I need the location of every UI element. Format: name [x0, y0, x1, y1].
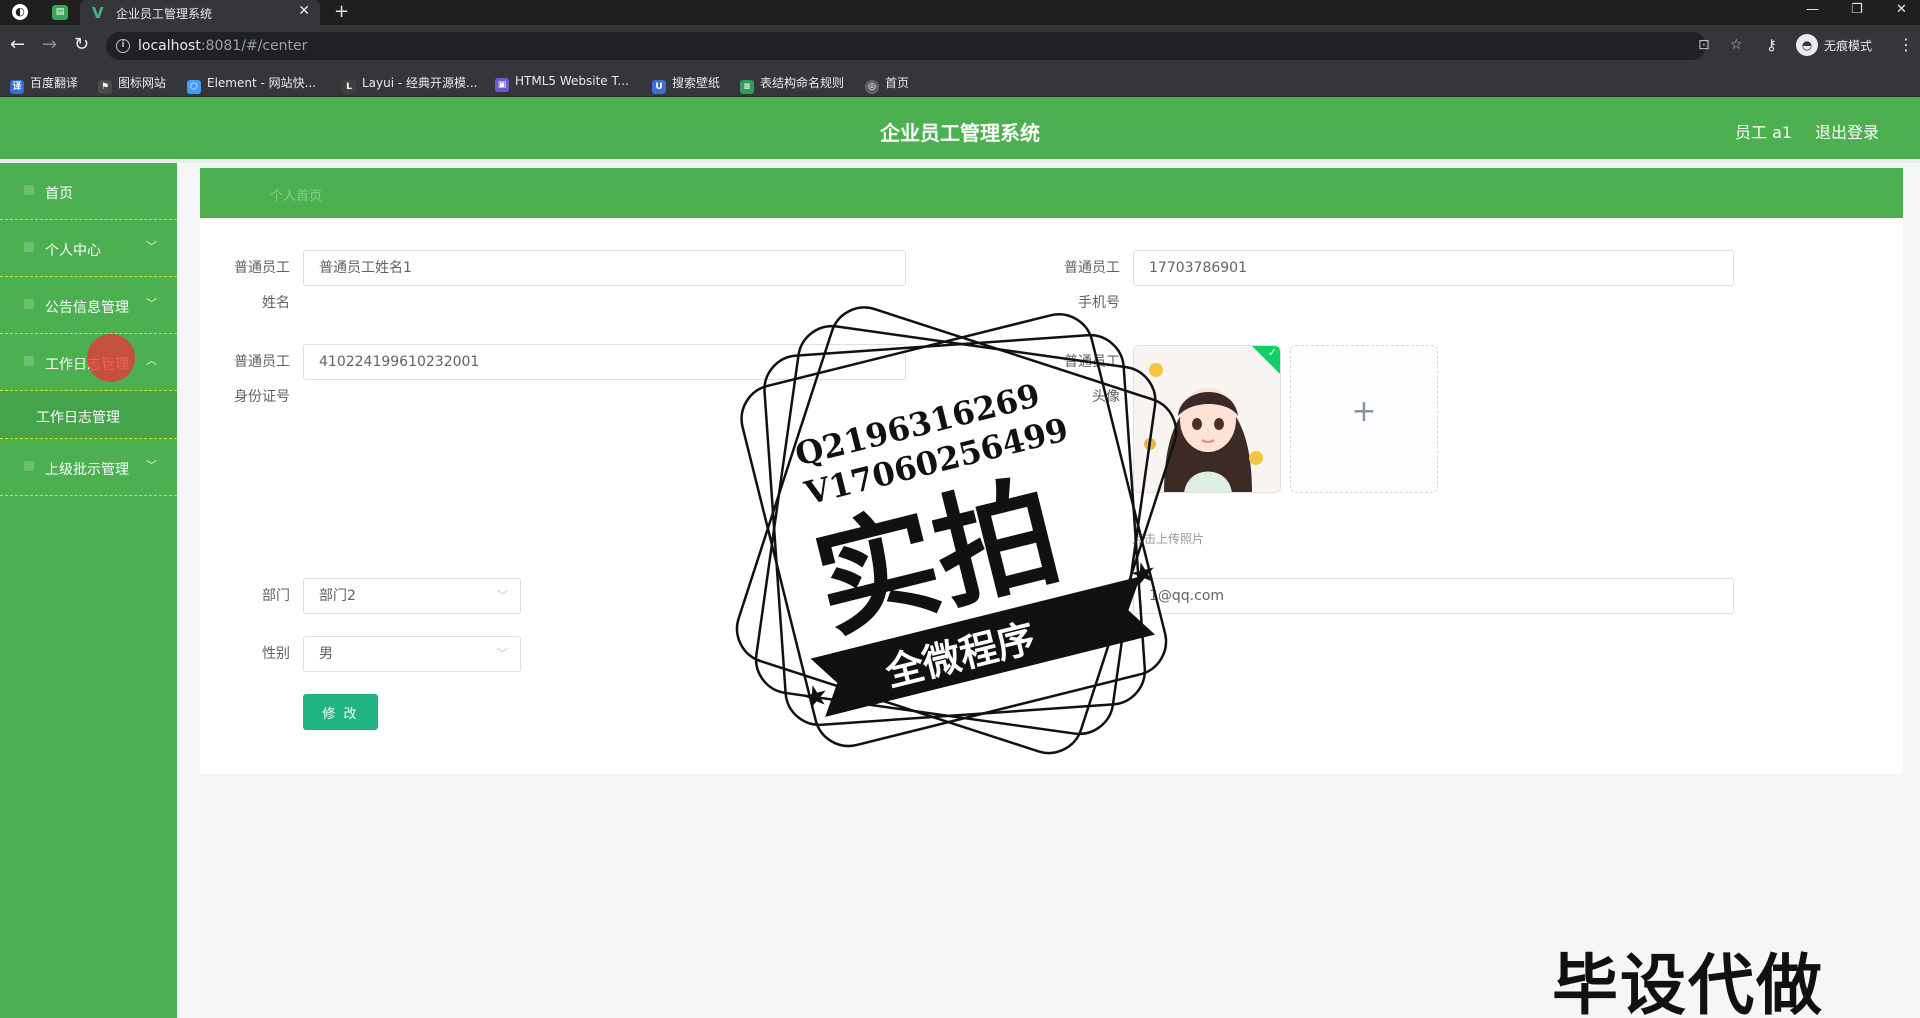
sidebar-item-profile[interactable]: 个人中心 ﹀: [0, 220, 177, 277]
upload-button[interactable]: +: [1290, 345, 1438, 493]
address-bar: ← → ↻ i localhost:8081/#/center ⊡ ☆ ⚷ ◓ …: [0, 25, 1920, 67]
name-label-1: 普通员工: [234, 260, 290, 276]
wallpaper-icon: U: [652, 80, 666, 94]
notice-icon: [24, 299, 34, 309]
user-icon: [24, 242, 34, 252]
log-icon: [24, 356, 34, 366]
bookmark-icon: 译: [10, 80, 24, 94]
home-icon: [24, 185, 34, 195]
name-label-2: 姓名: [262, 295, 290, 311]
bookmark-item[interactable]: ▣ HTML5 Website T...: [495, 74, 629, 92]
idcard-label-1: 普通员工: [234, 354, 290, 370]
back-icon[interactable]: ←: [10, 36, 25, 54]
bookmark-item[interactable]: ≡ 表结构命名规则: [740, 74, 844, 94]
reload-icon[interactable]: ↻: [74, 36, 89, 54]
sidebar-item-home[interactable]: 首页: [0, 163, 177, 220]
bookmark-item[interactable]: L Layui - 经典开源模...: [342, 74, 477, 94]
tab-close-icon[interactable]: ✕: [298, 3, 310, 19]
phone-label-1: 普通员工: [1064, 260, 1120, 276]
name-input[interactable]: 普通员工姓名1: [303, 250, 906, 286]
url-input[interactable]: i localhost:8081/#/center ⊡ ☆: [106, 32, 1743, 60]
table-icon: ≡: [740, 80, 754, 94]
idcard-label-2: 身份证号: [234, 389, 290, 405]
plus-icon: +: [1351, 394, 1377, 429]
bookmarks-bar: 译百度翻译 ⚑ 图标网站 ⬡ Element - 网站快... L Layui - 经…: [0, 67, 1920, 97]
bookmark-item[interactable]: ⬡ Element - 网站快...: [187, 74, 316, 94]
department-label: 部门: [262, 588, 290, 604]
phone-input[interactable]: 17703786901: [1133, 250, 1734, 286]
forward-icon[interactable]: →: [42, 36, 57, 54]
department-select[interactable]: 部门2 ﹀: [303, 578, 521, 614]
sidebar-item-label: 上级批示管理: [45, 462, 129, 478]
email-input[interactable]: 1@qq.com: [1133, 578, 1734, 614]
watermark-corner-text: 毕设代做: [1552, 947, 1824, 1018]
bookmark-item[interactable]: ⚑ 图标网站: [98, 74, 166, 94]
incognito-label: 无痕模式: [1824, 39, 1873, 53]
bookmark-item[interactable]: 译百度翻译: [10, 74, 78, 94]
check-icon: ✓: [1267, 346, 1277, 359]
app-title: 企业员工管理系统: [880, 121, 1040, 145]
tab-active[interactable]: V 企业员工管理系统 ✕: [80, 0, 320, 25]
html5-icon: ▣: [495, 78, 509, 92]
tab-title: 企业员工管理系统: [116, 7, 213, 21]
new-tab-icon[interactable]: +: [334, 1, 349, 22]
flag-icon: ⚑: [98, 80, 112, 94]
sidebar-item-label: 首页: [45, 186, 73, 202]
chevron-up-icon: ︿: [146, 354, 157, 367]
bookmark-item[interactable]: ◎ 首页: [865, 74, 909, 94]
url-text: localhost:8081/#/center: [138, 38, 308, 54]
pinned-tab-icon[interactable]: ▤: [52, 5, 68, 20]
browser-menu-icon[interactable]: ⋮: [1898, 35, 1914, 54]
gender-select[interactable]: 男 ﹀: [303, 636, 521, 672]
app-header: 企业员工管理系统 员工 a1 退出登录: [0, 97, 1920, 159]
minimize-icon[interactable]: —: [1806, 2, 1819, 17]
chevron-down-icon: ﹀: [497, 589, 508, 602]
sidebar-item-notice[interactable]: 公告信息管理 ﹀: [0, 277, 177, 334]
sidebar-subitem-label: 工作日志管理: [36, 410, 120, 426]
save-button[interactable]: 修 改: [303, 694, 378, 730]
chevron-down-icon: ﹀: [146, 459, 157, 472]
vue-logo-icon: V: [92, 4, 104, 22]
incognito-icon: ◓: [1796, 34, 1818, 56]
window-close-icon[interactable]: ✕: [1896, 2, 1907, 17]
chevron-down-icon: ﹀: [146, 240, 157, 253]
sidebar-subitem-worklog[interactable]: 工作日志管理: [0, 391, 177, 439]
logout-link[interactable]: 退出登录: [1815, 119, 1879, 143]
department-value: 部门2: [319, 588, 356, 604]
layui-logo-icon: L: [342, 80, 356, 94]
password-key-icon[interactable]: ⚷: [1766, 36, 1777, 54]
globe-icon: ◎: [865, 80, 879, 94]
gender-value: 男: [319, 646, 333, 662]
chevron-down-icon: ﹀: [497, 647, 508, 660]
sidebar-item-label: 公告信息管理: [45, 300, 129, 316]
sidebar-item-label: 个人中心: [45, 243, 101, 259]
breadcrumb[interactable]: 个人首页: [270, 185, 322, 204]
breadcrumb-bar: 个人首页: [200, 168, 1903, 218]
browser-tabstrip: ◐ ▤ V 企业员工管理系统 ✕ + — ❐ ✕: [0, 0, 1920, 25]
chrome-icon[interactable]: ◐: [12, 4, 28, 20]
site-info-icon[interactable]: i: [116, 39, 130, 53]
bookmark-item[interactable]: U 搜索壁纸: [652, 74, 720, 94]
watermark-stamp: Q2196316269 V17060256499 实拍 全微程序 ★ ★: [735, 306, 1178, 755]
sidebar-item-instructions[interactable]: 上级批示管理 ﹀: [0, 439, 177, 496]
bookmark-star-icon[interactable]: ☆: [1730, 37, 1743, 53]
instruction-icon: [24, 461, 34, 471]
restore-icon[interactable]: ❐: [1851, 2, 1863, 17]
hand-cursor-icon: ☝: [105, 349, 119, 374]
element-logo-icon: ⬡: [187, 80, 201, 94]
current-user: 员工 a1: [1735, 123, 1793, 142]
gender-label: 性别: [262, 646, 290, 662]
sidebar: 首页 个人中心 ﹀ 公告信息管理 ﹀ 工作日志管理 ︿ 工作日志管理 上级批示管…: [0, 163, 177, 1018]
chevron-down-icon: ﹀: [146, 297, 157, 310]
translate-icon[interactable]: ⊡: [1698, 37, 1710, 53]
